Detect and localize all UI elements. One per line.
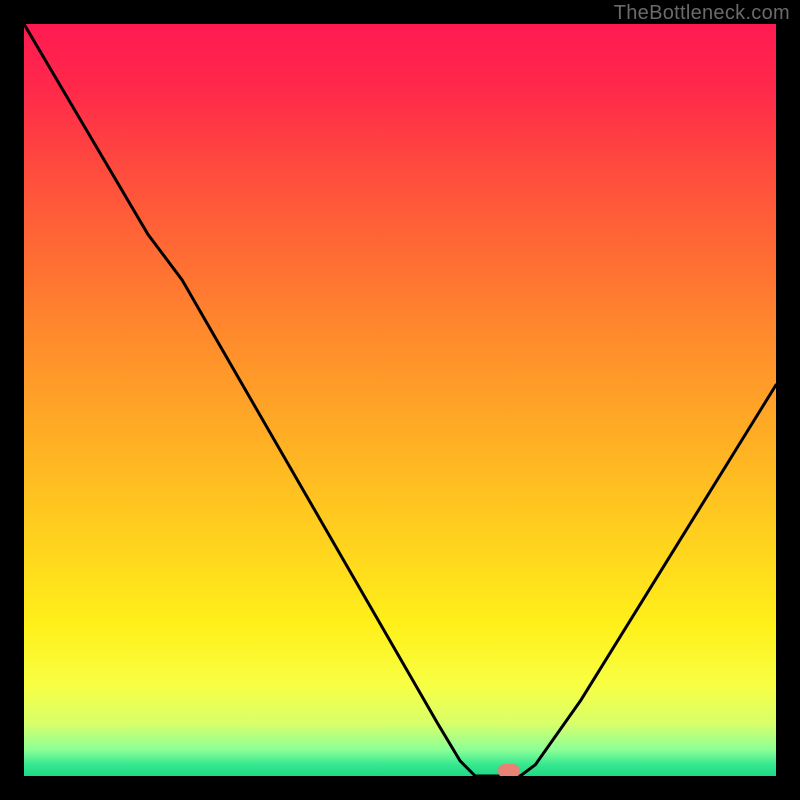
optimal-point-marker <box>498 764 520 776</box>
chart-canvas: TheBottleneck.com <box>0 0 800 800</box>
plot-area <box>24 24 776 776</box>
plot-svg <box>24 24 776 776</box>
gradient-background <box>24 24 776 776</box>
watermark-text: TheBottleneck.com <box>614 2 790 25</box>
